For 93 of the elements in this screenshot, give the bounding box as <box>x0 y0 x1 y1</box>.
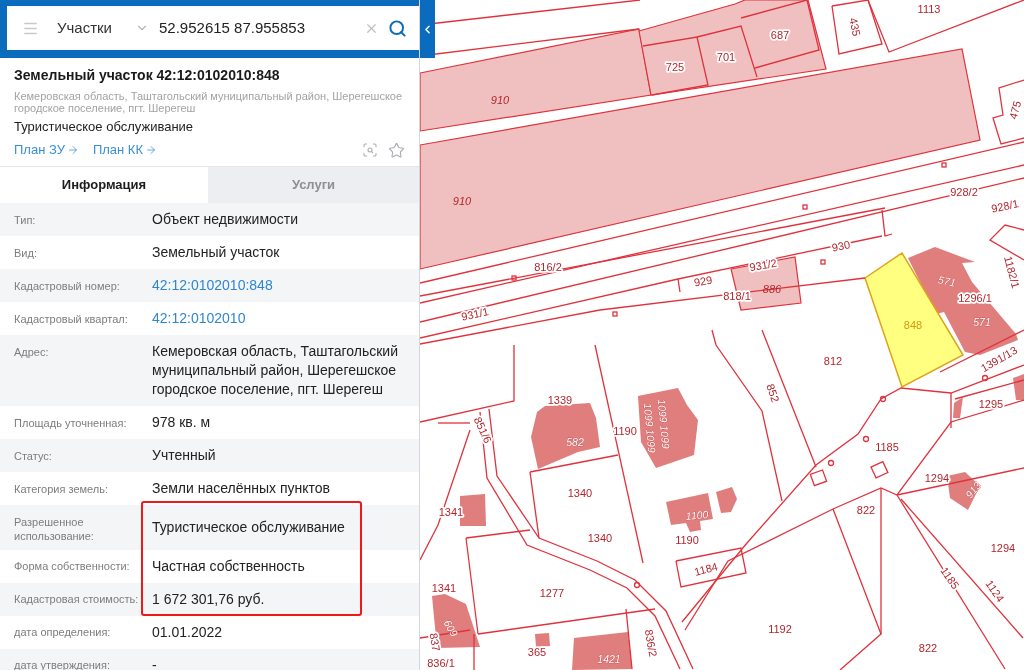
zone-number-label: 910 <box>490 94 510 106</box>
parcel-number-label: 928/1 <box>990 197 1020 215</box>
field-value: 01.01.2022 <box>152 622 224 642</box>
parcel-number-label: 929 <box>692 273 714 289</box>
field-label: Разрешенное использование: <box>14 514 95 543</box>
parcel-number-label: 836/2 <box>642 628 660 658</box>
parcel-number-label: 1192 <box>768 623 792 635</box>
field-value: Земельный участок <box>152 243 281 262</box>
building-number-label: 1100 <box>685 508 709 522</box>
parcel-number-label: 1190 <box>675 534 699 546</box>
plan-link[interactable]: План ЗУ <box>14 141 79 159</box>
building-number-label: 582 <box>566 436 584 448</box>
field-value: Учтенный <box>152 446 217 465</box>
parcel-number-label: 365 <box>527 646 547 658</box>
parcel-number-label: 822 <box>856 504 876 516</box>
parcel-number-label: 848 <box>903 319 923 331</box>
field-label: Площадь уточненная: <box>14 415 128 430</box>
field-label: дата определения: <box>14 625 112 639</box>
field-label: Кадастровый номер: <box>14 278 121 293</box>
tab[interactable]: Услуги <box>208 167 419 203</box>
zone-number-label: 910 <box>452 195 472 207</box>
field-value: - <box>152 655 158 670</box>
parcel-number-label: 851/6 <box>471 415 495 445</box>
parcel-number-label: 687 <box>770 29 790 41</box>
plan-link[interactable]: План КК <box>92 141 158 159</box>
magnifier-frame-icon[interactable] <box>362 142 378 158</box>
field-value: Частная собственность <box>152 556 306 576</box>
field-value: 978 кв. м <box>152 413 212 432</box>
collapse-panel-button[interactable] <box>420 0 435 58</box>
parcel-number-label: 435 <box>847 16 863 38</box>
building-number-label: 571 <box>937 273 957 289</box>
parcel-number-label: 1340 <box>587 532 613 544</box>
arrow-right-icon <box>145 144 158 156</box>
arrow-right-icon <box>66 144 79 156</box>
parcel-number-label: 1277 <box>539 587 565 599</box>
building-footprint <box>953 397 963 418</box>
parcel-number-label: 931/1 <box>460 305 490 323</box>
building-footprint <box>531 403 600 469</box>
field-label: Категория земель: <box>14 481 110 496</box>
building-footprint <box>572 632 632 670</box>
parcel-number-label: 1185 <box>875 441 899 453</box>
parcel-number-label: 1294 <box>990 542 1016 554</box>
parcel-number-label: 1190 <box>613 425 637 437</box>
parcel-number-label: 1294 <box>924 472 950 484</box>
building-number-label: 571 <box>973 316 991 328</box>
building-footprint <box>947 472 980 510</box>
parcel-number-label: 1184 <box>693 560 719 578</box>
field-value: 1 672 301,76 руб. <box>152 589 266 609</box>
parcel-number-label: 1295 <box>978 398 1004 410</box>
parcel-number-label: 725 <box>665 61 685 73</box>
building-footprint <box>716 487 737 513</box>
category-select[interactable]: Участки <box>57 16 149 40</box>
building-number-label: 1421 <box>597 653 621 665</box>
field-label: Тип: <box>14 212 37 227</box>
parcel-number-label: 1340 <box>567 487 593 499</box>
star-icon[interactable] <box>388 141 405 159</box>
cadastral-link[interactable]: 42:12:0102010 <box>152 309 246 328</box>
field-value: Кемеровская область, Таштагольский муниципальный район, Шерегешское городское поселение, пгт. Шерегеш <box>152 342 399 399</box>
field-value: Земли населённых пунктов <box>152 479 332 498</box>
field-label: Кадастровая стоимость: <box>14 592 140 606</box>
cadastral-link[interactable]: 42:12:0102010:848 <box>152 276 273 295</box>
field-label: Статус: <box>14 448 53 463</box>
parcel-number-label: 1339 <box>547 394 573 406</box>
building-footprint <box>666 493 713 532</box>
building-footprint <box>432 594 480 648</box>
parcel-number-label: 837 <box>427 631 443 653</box>
parcel-number-label: 701 <box>716 51 736 63</box>
building-footprint <box>1013 374 1024 400</box>
field-value: Объект недвижимости <box>152 210 300 229</box>
parcel-number-label: 1341 <box>431 582 457 594</box>
field-label: Адрес: <box>14 344 50 359</box>
field-label: Кадастровый квартал: <box>14 311 129 326</box>
parcel-number-label: 852 <box>764 382 782 404</box>
parcel-number-label: 822 <box>918 642 938 654</box>
parcel-number-label: 931/2 <box>748 256 778 274</box>
field-label: Вид: <box>14 245 38 260</box>
parcel-number-label: 816/2 <box>534 261 562 273</box>
parcel-number-label: 812 <box>823 355 843 367</box>
parcel-number-label: 475 <box>1006 99 1024 121</box>
parcel-number-label: 1182/1 <box>1001 254 1023 290</box>
address-text: Кемеровская область, Таштагольский муниципальный район, Шерегешское городское поселение, пгт. Шерегеш <box>14 90 404 114</box>
building-footprint <box>535 633 550 647</box>
field-value: Туристическое обслуживание <box>152 517 346 537</box>
building-number-label: 609 <box>441 617 461 639</box>
parcel-number-label: 930 <box>830 238 852 254</box>
parcel-number-label: 1113 <box>917 3 941 15</box>
search-input[interactable]: 52.952615 87.955853 <box>159 16 358 40</box>
parcel-number-label: 836/1 <box>427 657 455 669</box>
search-icon[interactable] <box>388 18 407 38</box>
object-title: Земельный участок 42:12:0102010:848 <box>14 66 281 84</box>
building-number-label: 913 <box>962 479 984 501</box>
usage-text: Туристическое обслуживание <box>14 119 195 135</box>
field-label: Форма собственности: <box>14 559 131 573</box>
